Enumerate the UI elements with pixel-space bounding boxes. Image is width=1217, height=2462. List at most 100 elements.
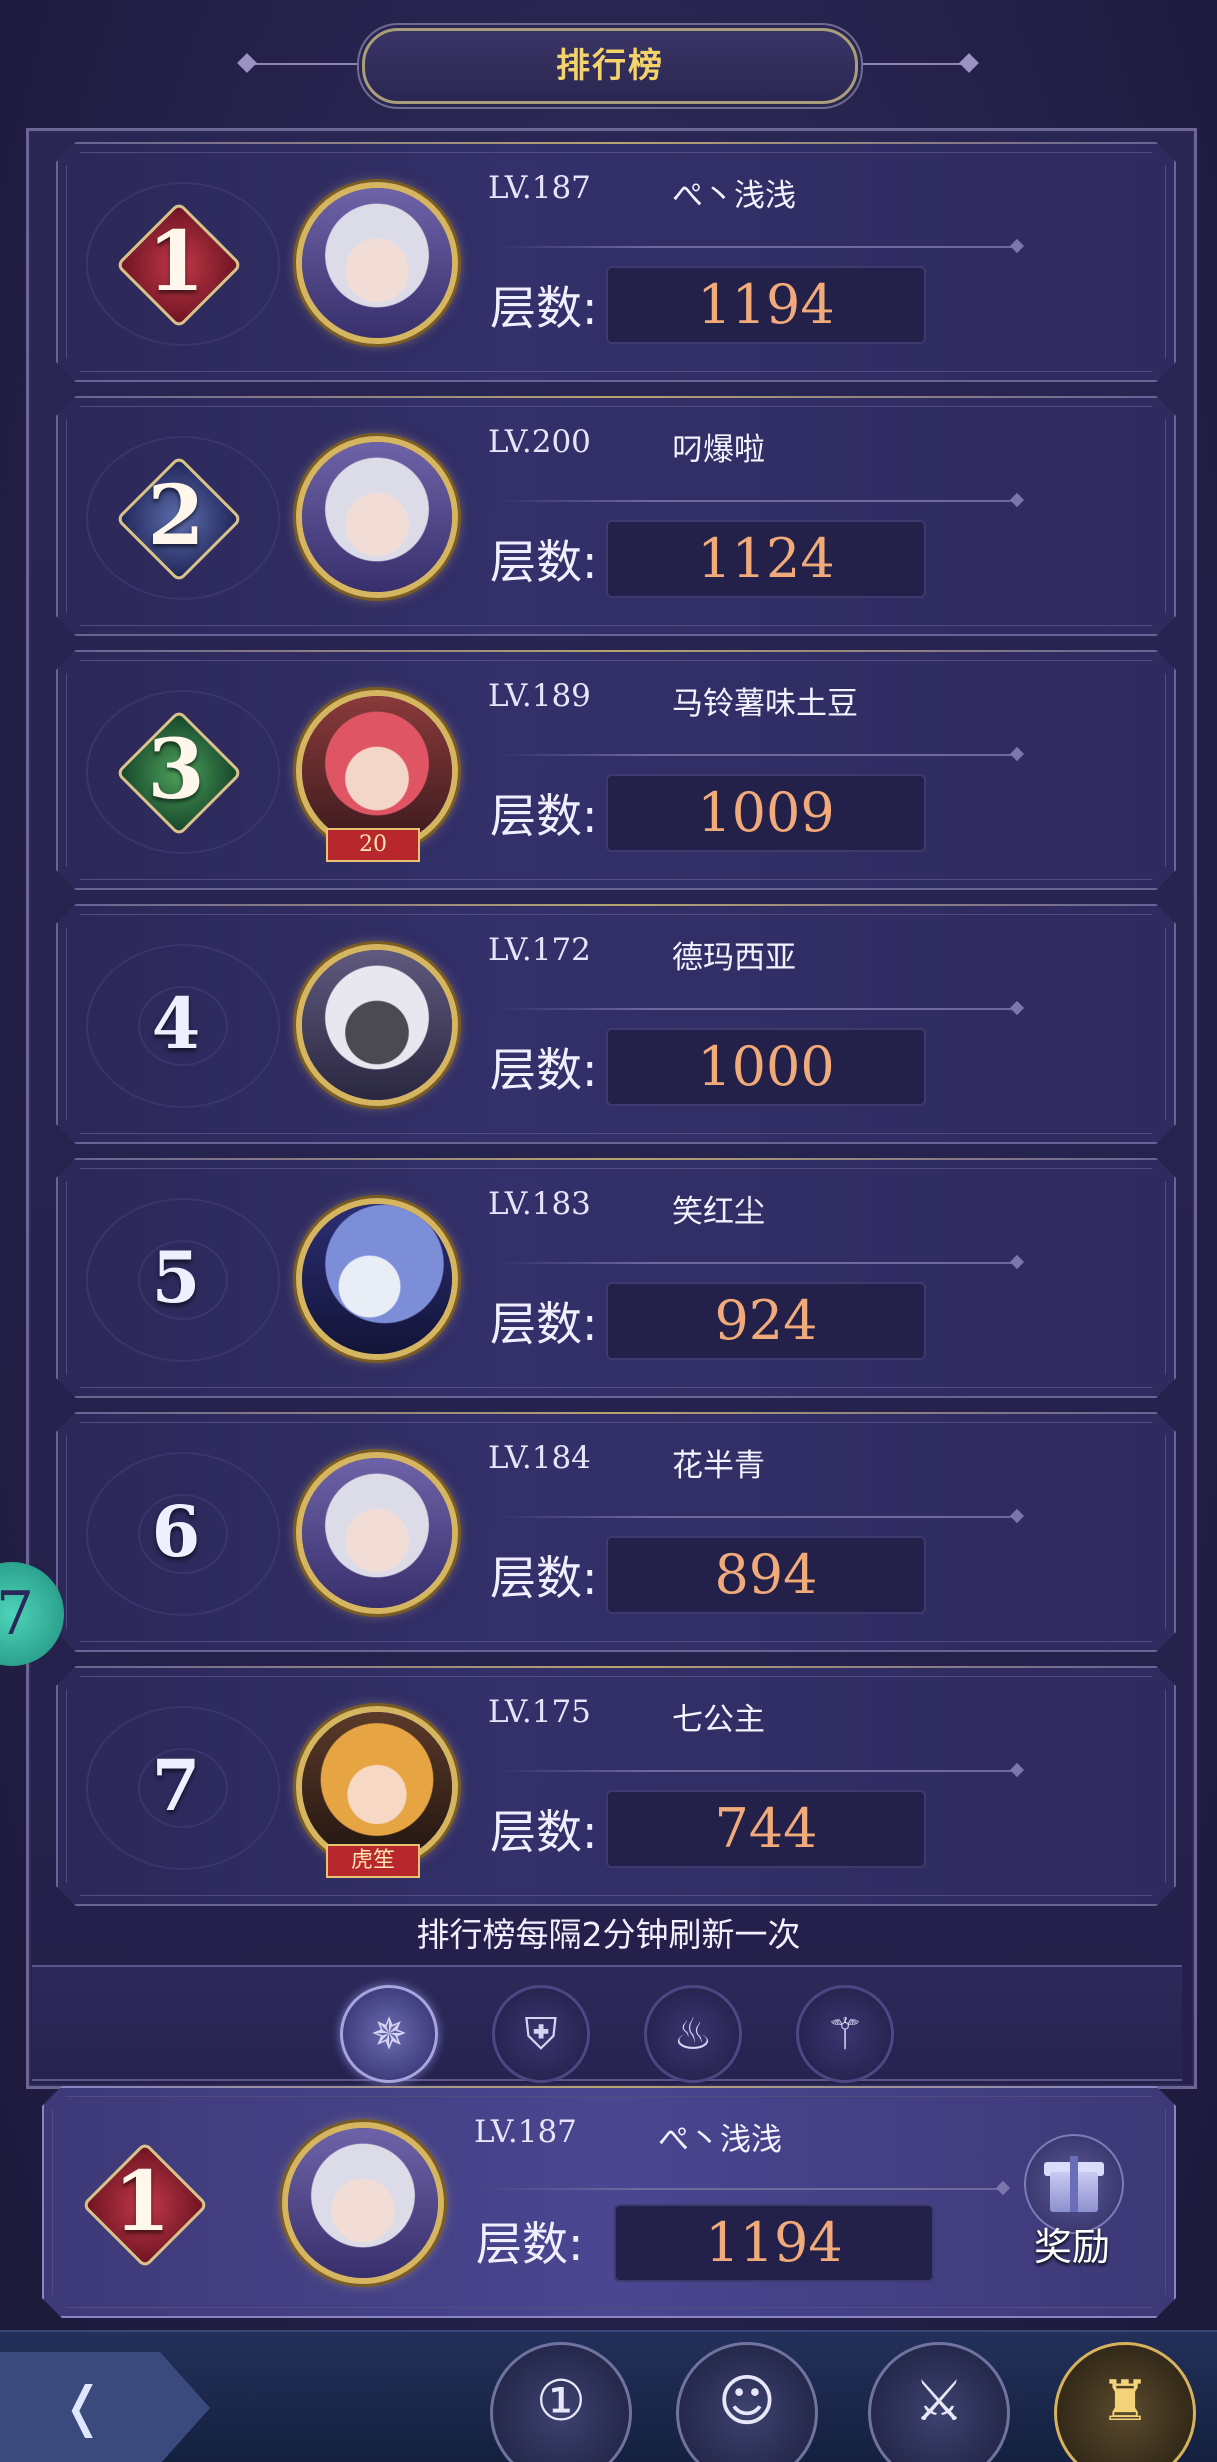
row-glow [86,142,1146,144]
player-name: 七公主 [672,1702,765,1738]
floors-label: 层数: [490,535,598,589]
player-avatar[interactable]: 20 [286,678,458,862]
floors-label: 层数: [490,1805,598,1859]
player-avatar[interactable] [286,1186,458,1366]
player-name: 花半青 [672,1448,765,1484]
rank-badge: 1 [115,201,243,329]
floors-value: 744 [606,1790,926,1868]
my-level: LV.187 [474,2114,577,2150]
avatar-portrait [288,2128,438,2278]
avatar-frame [282,2122,444,2284]
avatar-frame [296,182,458,344]
compass-icon: ✵ [370,2008,408,2060]
player-level: LV.200 [488,424,591,460]
floors-label: 层数: [490,789,598,843]
row-glow [86,1158,1146,1160]
player-name: 德玛西亚 [672,940,796,976]
rank-row[interactable]: 4 LV.172 德玛西亚 层数: 1000 [56,904,1176,1144]
rank-number: 1 [147,214,205,310]
rank-number: 5 [151,1236,201,1319]
player-name: ぺ丶浅浅 [672,178,796,214]
row-divider [496,1262,1016,1264]
avatar-frame [296,944,458,1106]
player-name: 笑红尘 [672,1194,765,1230]
winged-sword-icon: ⚔ [913,2369,965,2434]
helmet-tab[interactable]: ⛨ [492,1985,590,2083]
trident-tab[interactable]: ⚚ [796,1985,894,2083]
row-glow [86,1666,1146,1668]
avatar-tag: 20 [326,828,420,862]
rank-number: 2 [147,468,205,564]
avatar-portrait [302,1458,452,1608]
avatar-frame [296,1452,458,1614]
hero-portrait-nav-button[interactable]: ☺ [676,2342,818,2462]
helmet-icon: ⛨ [524,2008,558,2060]
header: 排行榜 [0,0,1217,128]
flame-tab[interactable]: ♨ [644,1985,742,2083]
title-right-line [856,63,966,65]
row-divider [496,500,1016,502]
floors-label: 层数: [490,1551,598,1605]
floors-value: 1124 [606,520,926,598]
gift-ribbon [1070,2156,1078,2212]
rank-badge: 3 [115,709,243,837]
my-rank-glow [72,2086,1146,2088]
rank-badge: 2 [115,455,243,583]
row-divider [496,246,1016,248]
rank-row[interactable]: 6 LV.184 花半青 层数: 894 [56,1412,1176,1652]
floors-value: 1194 [606,266,926,344]
avatar-portrait [302,1712,452,1862]
reward-button[interactable]: 奖励 [1002,2134,1142,2274]
rank-badge: 4 [116,964,236,1084]
row-glow [86,650,1146,652]
row-glow [86,904,1146,906]
compass-tab[interactable]: ✵ [340,1985,438,2083]
avatar-frame [296,436,458,598]
player-avatar[interactable] [286,932,458,1112]
row-divider [496,1516,1016,1518]
player-name: 马铃薯味土豆 [672,686,858,722]
player-avatar[interactable] [286,1440,458,1620]
player-avatar[interactable] [286,170,458,350]
rank-shield-icon: ① [535,2369,587,2434]
leaderboard-screen: 排行榜 1 LV.187 ぺ丶浅浅 层数: 1194 2 LV.200 叼爆啦 … [0,0,1217,2462]
rank-badge: 6 [116,1472,236,1592]
rank-row[interactable]: 2 LV.200 叼爆啦 层数: 1124 [56,396,1176,636]
my-rank-number: 1 [113,2154,171,2250]
rank-badge: 7 [116,1726,236,1846]
castle-tower-nav-button[interactable]: ♜ [1054,2342,1196,2462]
winged-sword-nav-button[interactable]: ⚔ [868,2342,1010,2462]
castle-tower-icon: ♜ [1099,2369,1151,2434]
rank-row[interactable]: 5 LV.183 笑红尘 层数: 924 [56,1158,1176,1398]
back-button[interactable]: ❬ [0,2352,210,2462]
floors-label: 层数: [490,1043,598,1097]
my-avatar[interactable] [272,2110,444,2290]
flame-icon: ♨ [673,2008,713,2060]
row-divider [496,754,1016,756]
rank-shield-nav-button[interactable]: ① [490,2342,632,2462]
player-level: LV.175 [488,1694,591,1730]
trident-icon: ⚚ [825,2008,865,2060]
row-divider [496,1008,1016,1010]
my-player-name: ぺ丶浅浅 [658,2122,782,2158]
avatar-portrait [302,950,452,1100]
floors-value: 1000 [606,1028,926,1106]
rank-number: 4 [151,982,201,1065]
rank-row[interactable]: 1 LV.187 ぺ丶浅浅 层数: 1194 [56,142,1176,382]
avatar-portrait [302,1204,452,1354]
hero-portrait-icon: ☺ [717,2369,777,2434]
title-plate: 排行榜 [362,28,858,104]
floors-value: 924 [606,1282,926,1360]
avatar-portrait [302,188,452,338]
back-arrow-icon: ❬ [60,2375,106,2438]
category-tab-bar: ✵ ⛨ ♨ ⚚ [32,1965,1182,2083]
avatar-tag: 虎笙 [326,1844,420,1878]
my-floors-value: 1194 [614,2204,934,2282]
rank-row[interactable]: 7 虎笙 LV.175 七公主 层数: 744 [56,1666,1176,1906]
row-glow [86,396,1146,398]
rank-row[interactable]: 3 20 LV.189 马铃薯味土豆 层数: 1009 [56,650,1176,890]
player-avatar[interactable] [286,424,458,604]
row-divider [496,1770,1016,1772]
floors-value: 1009 [606,774,926,852]
player-avatar[interactable]: 虎笙 [286,1694,458,1878]
